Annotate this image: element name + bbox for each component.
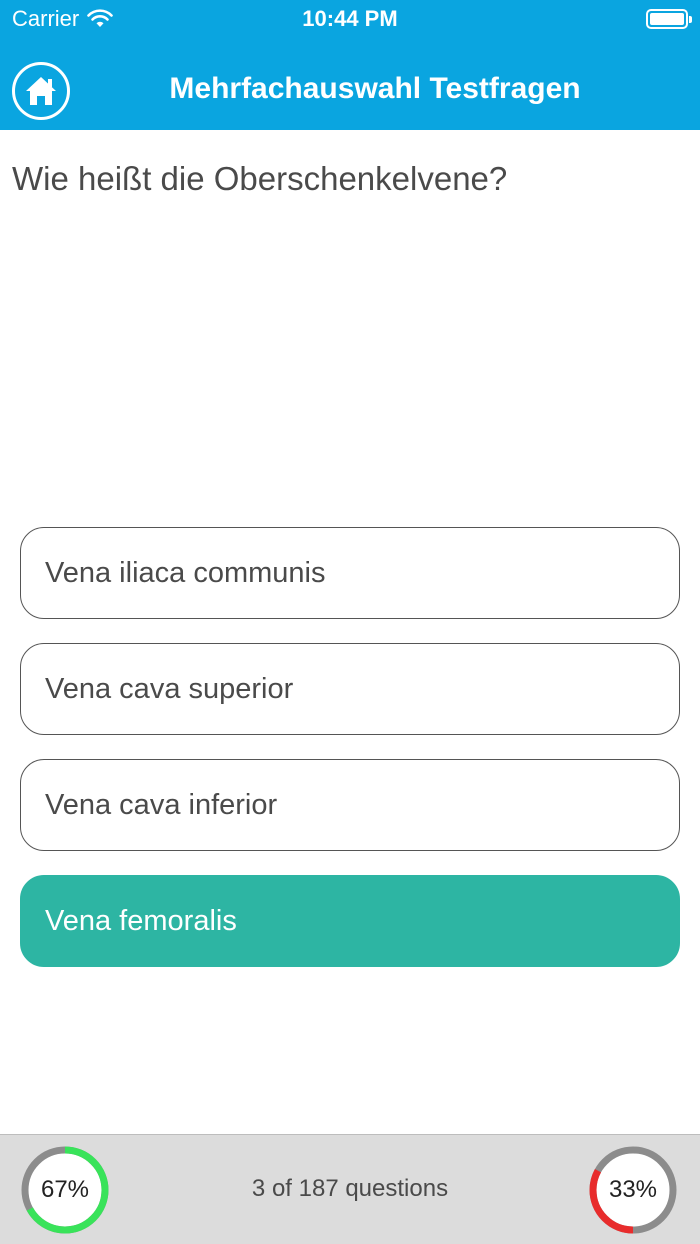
question-text: Wie heißt die Oberschenkelvene? bbox=[12, 160, 508, 197]
quiz-screen: Carrier 10:44 PM Mehrfachauswahl Testfra… bbox=[0, 0, 700, 1244]
battery-icon bbox=[646, 9, 692, 29]
answer-option-1[interactable]: Vena iliaca communis bbox=[20, 527, 680, 619]
page-title: Mehrfachauswahl Testfragen bbox=[169, 72, 581, 105]
status-time: 10:44 PM bbox=[302, 6, 398, 31]
answer-option-3[interactable]: Vena cava inferior bbox=[20, 759, 680, 851]
answer-option-2[interactable]: Vena cava superior bbox=[20, 643, 680, 735]
answer-option-4-correct[interactable]: Vena femoralis bbox=[20, 875, 680, 967]
home-button[interactable] bbox=[12, 62, 70, 120]
answer-list: Vena iliaca communis Vena cava superior … bbox=[20, 527, 680, 991]
wrong-percent-label: 33% bbox=[608, 1176, 658, 1203]
wrong-progress-ring: 33% bbox=[588, 1145, 678, 1235]
home-icon bbox=[26, 77, 56, 105]
header-bar: Carrier 10:44 PM Mehrfachauswahl Testfra… bbox=[0, 0, 700, 130]
battery-level bbox=[650, 13, 684, 25]
footer-bar: 67% 3 of 187 questions 33% bbox=[0, 1134, 700, 1244]
